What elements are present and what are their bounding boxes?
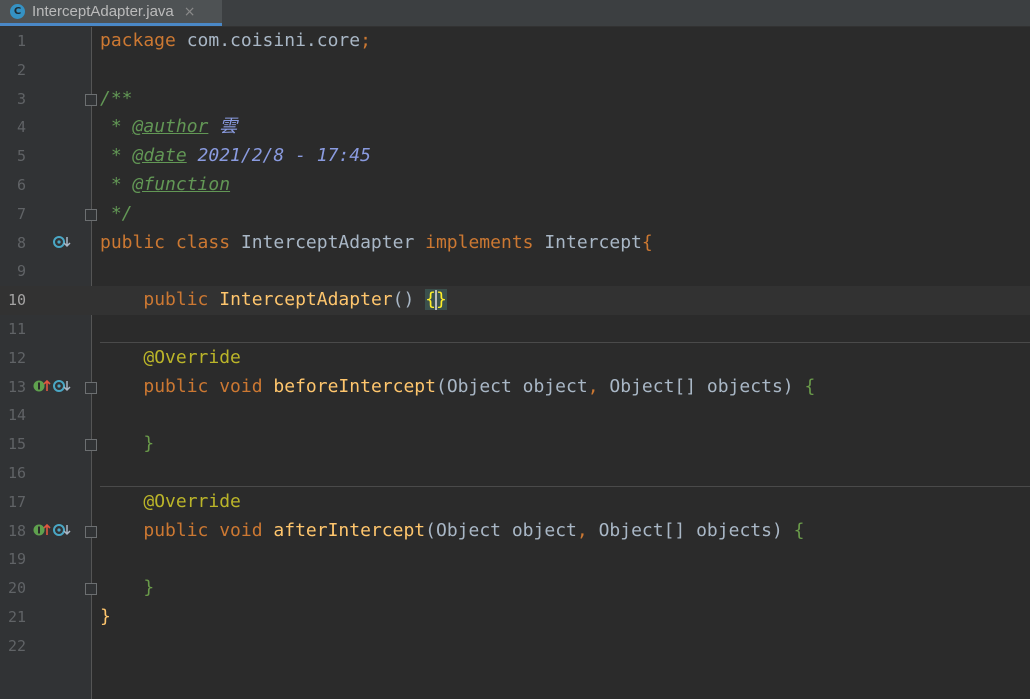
code-editor[interactable]: 1 package com.coisini.core; 2 3 /** 4 * … [0,27,1030,699]
code-line: 14 [0,401,1030,430]
method-declaration[interactable]: public void afterIntercept(Object object… [100,517,804,546]
code-line: 18 public void afterIntercept(Object obj… [0,517,1030,546]
implemented-icon[interactable] [53,229,73,258]
line-number: 20 [7,579,26,598]
annotation[interactable]: @Override [100,344,241,373]
tab-intercept-adapter[interactable]: C InterceptAdapter.java × [0,0,222,26]
code-line: 4 * @author 雲 [0,113,1030,142]
line-number: 21 [7,608,26,626]
code-line: 6 * @function [0,171,1030,200]
line-number: 1 [16,32,26,50]
code-line: 13 public void beforeIntercept(Object ob… [0,373,1030,402]
closing-brace[interactable]: } [100,574,154,603]
code-line: 5 * @date 2021/2/8 - 17:45 [0,142,1030,171]
implements-method-icon[interactable] [33,517,73,546]
fold-toggle-icon[interactable] [85,583,97,596]
line-number: 10 [7,291,26,310]
line-number: 14 [7,406,26,425]
code-line: 22 [0,632,1030,661]
line-number: 5 [16,147,26,166]
fold-toggle-icon[interactable] [85,381,97,394]
line-number: 16 [7,464,26,482]
line-number: 7 [16,204,26,223]
line-number: 18 [7,521,26,540]
tab-title: InterceptAdapter.java [32,3,174,20]
line-number: 11 [7,320,26,338]
close-icon[interactable]: × [184,4,196,20]
closing-brace[interactable]: } [100,430,154,459]
code-line: 20 } [0,574,1030,603]
annotation[interactable]: @Override [100,488,241,517]
line-number: 15 [7,435,26,454]
code-line: 8 public class InterceptAdapter implemen… [0,229,1030,258]
fold-toggle-icon[interactable] [85,208,97,221]
line-number: 22 [7,636,26,655]
editor-tab-bar: C InterceptAdapter.java × [0,0,1030,27]
line-number: 2 [16,60,26,79]
code-text[interactable]: package com.coisini.core; [100,27,371,56]
code-line-current: 10 public InterceptAdapter() {} [0,286,1030,315]
code-line: 15 } [0,430,1030,459]
fold-toggle-icon[interactable] [85,439,97,452]
code-line: 17 @Override [0,488,1030,517]
line-number: 17 [7,492,26,511]
doc-comment[interactable]: */ [100,200,133,229]
line-number: 13 [7,377,26,396]
doc-comment[interactable]: /** [100,85,133,114]
code-line: 7 */ [0,200,1030,229]
fold-toggle-icon[interactable] [85,525,97,538]
line-number: 3 [16,89,26,108]
fold-toggle-icon[interactable] [85,93,97,106]
line-number: 12 [7,348,26,367]
java-class-icon: C [10,4,25,19]
doc-comment[interactable]: * @function [100,171,230,200]
line-number: 8 [16,233,26,252]
line-number: 4 [16,118,26,137]
method-declaration[interactable]: public void beforeIntercept(Object objec… [100,373,815,402]
code-line: 1 package com.coisini.core; [0,27,1030,56]
code-line: 21 } [0,603,1030,632]
closing-brace[interactable]: } [100,603,111,632]
code-line: 19 [0,545,1030,574]
constructor-declaration[interactable]: public InterceptAdapter() {} [100,286,447,315]
doc-comment[interactable]: * @author 雲 [100,113,237,142]
class-declaration[interactable]: public class InterceptAdapter implements… [100,229,653,258]
code-line: 9 [0,257,1030,286]
code-line: 3 /** [0,85,1030,114]
code-line: 16 [0,459,1030,488]
doc-comment[interactable]: * @date 2021/2/8 - 17:45 [100,142,371,171]
line-number: 6 [16,176,26,194]
implements-method-icon[interactable] [33,373,73,402]
brace-match: {} [425,289,447,311]
code-line: 11 [0,315,1030,344]
line-number: 9 [16,262,26,281]
code-line: 12 @Override [0,344,1030,373]
line-number: 19 [7,550,26,569]
code-line: 2 [0,56,1030,85]
